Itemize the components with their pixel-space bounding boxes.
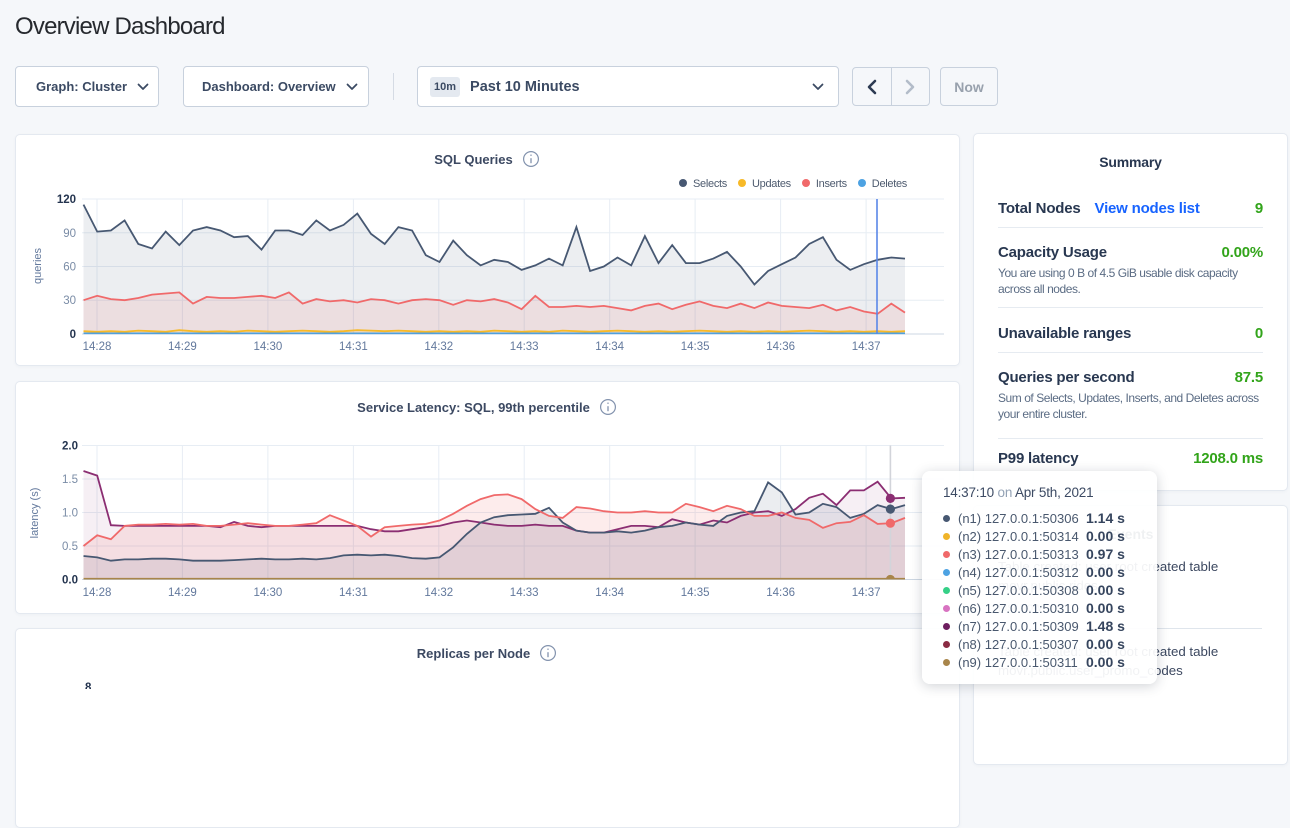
svg-text:14:35: 14:35 bbox=[681, 587, 710, 599]
svg-text:1.5: 1.5 bbox=[62, 474, 78, 486]
svg-text:0: 0 bbox=[70, 329, 76, 341]
svg-text:14:33: 14:33 bbox=[510, 587, 539, 599]
svg-text:2.0: 2.0 bbox=[62, 441, 78, 453]
svg-text:14:29: 14:29 bbox=[168, 587, 197, 599]
svg-text:8: 8 bbox=[85, 682, 92, 689]
svg-text:14:32: 14:32 bbox=[424, 587, 453, 599]
svg-text:60: 60 bbox=[63, 262, 76, 274]
svg-text:14:31: 14:31 bbox=[339, 587, 368, 599]
svg-text:30: 30 bbox=[63, 295, 76, 307]
svg-text:14:31: 14:31 bbox=[339, 341, 368, 353]
svg-text:14:30: 14:30 bbox=[254, 341, 283, 353]
svg-text:120: 120 bbox=[57, 194, 76, 206]
svg-text:1.0: 1.0 bbox=[62, 508, 78, 520]
svg-text:0.0: 0.0 bbox=[62, 575, 78, 587]
svg-text:14:37: 14:37 bbox=[852, 587, 881, 599]
svg-text:14:34: 14:34 bbox=[595, 341, 624, 353]
svg-text:14:37: 14:37 bbox=[852, 341, 881, 353]
svg-text:latency (s): latency (s) bbox=[29, 488, 41, 539]
svg-text:14:30: 14:30 bbox=[254, 587, 283, 599]
svg-text:0.5: 0.5 bbox=[62, 541, 78, 553]
svg-text:14:36: 14:36 bbox=[766, 341, 795, 353]
svg-text:14:28: 14:28 bbox=[83, 341, 112, 353]
svg-text:14:32: 14:32 bbox=[424, 341, 453, 353]
svg-text:14:36: 14:36 bbox=[766, 587, 795, 599]
svg-text:90: 90 bbox=[63, 228, 76, 240]
svg-text:14:28: 14:28 bbox=[83, 587, 112, 599]
svg-text:14:29: 14:29 bbox=[168, 341, 197, 353]
svg-text:14:33: 14:33 bbox=[510, 341, 539, 353]
svg-text:14:34: 14:34 bbox=[595, 587, 624, 599]
svg-text:14:35: 14:35 bbox=[681, 341, 710, 353]
svg-text:queries: queries bbox=[32, 247, 44, 284]
